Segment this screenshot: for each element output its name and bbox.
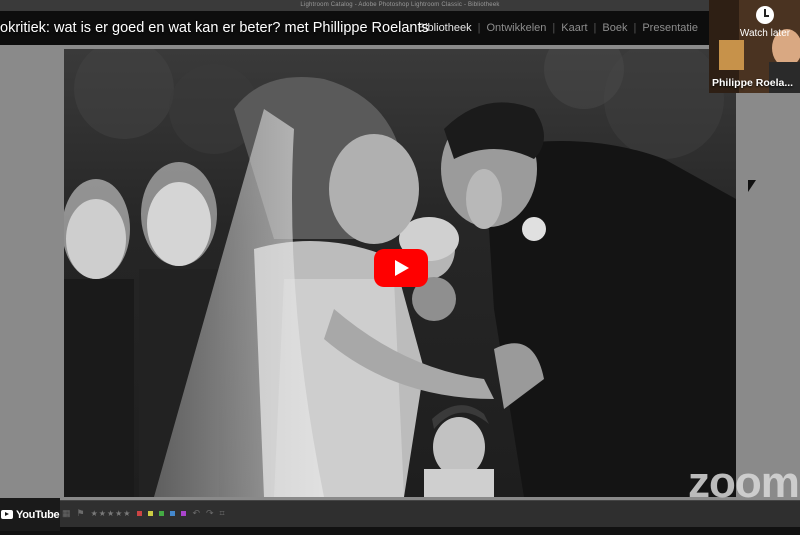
- bottom-strip: [0, 527, 800, 535]
- mouse-cursor-icon: [748, 180, 756, 192]
- star-rating[interactable]: ★★★★★: [91, 509, 132, 518]
- module-slideshow[interactable]: Presentatie: [636, 22, 704, 34]
- flag-icon[interactable]: ⚑: [77, 508, 85, 519]
- watch-later-button[interactable]: Watch later: [730, 6, 800, 39]
- watch-later-label: Watch later: [739, 28, 791, 39]
- video-title[interactable]: okritiek: wat is er goed en wat kan er b…: [0, 14, 429, 42]
- module-book[interactable]: Boek: [596, 22, 633, 34]
- youtube-logo-icon: [1, 510, 13, 519]
- participant-name: Philippe Roela...: [712, 77, 794, 89]
- grid-view-icon[interactable]: ▦: [62, 508, 71, 519]
- module-map[interactable]: Kaart: [555, 22, 593, 34]
- rotate-left-icon[interactable]: ↶: [192, 508, 200, 519]
- module-picker: Bibliotheek | Ontwikkelen | Kaart | Boek…: [412, 11, 704, 45]
- module-develop[interactable]: Ontwikkelen: [480, 22, 552, 34]
- color-label-red[interactable]: [137, 511, 143, 516]
- zoom-participant-tile[interactable]: Watch later Philippe Roela...: [709, 0, 800, 93]
- clock-icon: [756, 6, 774, 24]
- toolbar-controls: ▦ ⚑ ★★★★★ ↶ ↷ ⌗: [62, 508, 225, 519]
- color-label-yellow[interactable]: [148, 511, 154, 516]
- window-title: Lightroom Catalog - Adobe Photoshop Ligh…: [300, 2, 500, 8]
- color-label-purple[interactable]: [181, 511, 187, 516]
- youtube-label: YouTube: [16, 508, 60, 521]
- color-label-blue[interactable]: [170, 511, 176, 516]
- youtube-badge[interactable]: YouTube: [0, 498, 60, 531]
- color-label-green[interactable]: [159, 511, 165, 516]
- library-toolbar: ▦ ⚑ ★★★★★ ↶ ↷ ⌗: [0, 500, 800, 528]
- play-icon[interactable]: [374, 249, 428, 287]
- crop-icon[interactable]: ⌗: [220, 508, 225, 519]
- rotate-right-icon[interactable]: ↷: [206, 508, 214, 519]
- window-title-bar: Lightroom Catalog - Adobe Photoshop Ligh…: [0, 0, 800, 11]
